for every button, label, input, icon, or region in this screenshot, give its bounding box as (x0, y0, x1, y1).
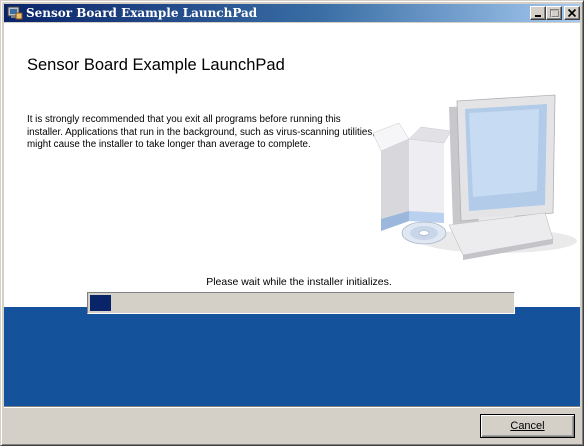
button-bar: Cancel (4, 406, 580, 444)
close-icon (567, 8, 577, 18)
installer-icon (7, 5, 23, 21)
page-title: Sensor Board Example LaunchPad (27, 56, 285, 74)
window-title: Sensor Board Example LaunchPad (26, 6, 258, 20)
maximize-icon (550, 9, 559, 18)
installer-window: Sensor Board Example LaunchPad Sensor Bo… (0, 0, 584, 446)
computer-with-box-and-cd-icon (372, 94, 577, 260)
banner-band (4, 307, 580, 406)
minimize-icon (535, 15, 541, 17)
close-button[interactable] (564, 6, 580, 20)
maximize-button[interactable] (546, 6, 562, 20)
cancel-button[interactable]: Cancel (480, 414, 575, 438)
cancel-label: Cancel (510, 420, 545, 432)
progress-track (90, 295, 512, 311)
progress-fill (90, 295, 112, 311)
intro-text: It is strongly recommended that you exit… (27, 114, 375, 150)
content-area: Sensor Board Example LaunchPad It is str… (4, 23, 580, 406)
status-text: Please wait while the installer initiali… (206, 276, 392, 288)
minimize-button[interactable] (530, 6, 546, 20)
divider-highlight (4, 407, 580, 408)
progress-bar (87, 292, 515, 314)
title-bar[interactable]: Sensor Board Example LaunchPad (4, 4, 580, 22)
